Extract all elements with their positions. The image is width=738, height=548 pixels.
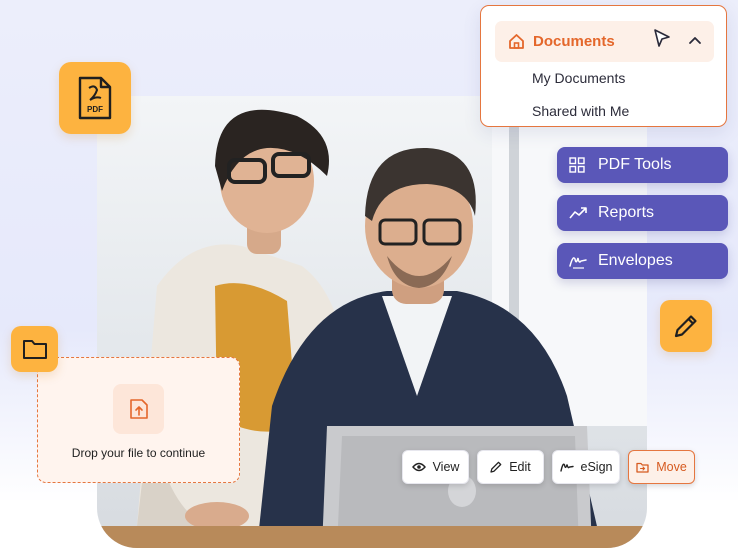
nav-item-envelopes[interactable]: Envelopes	[557, 243, 728, 279]
menu-item-my-documents[interactable]: My Documents	[532, 70, 625, 86]
file-drop-zone[interactable]: Drop your file to continue	[37, 357, 240, 483]
pdf-file-icon: PDF	[78, 76, 112, 120]
folder-icon	[22, 340, 47, 359]
nav-item-label: Envelopes	[598, 252, 673, 269]
home-icon	[509, 34, 524, 49]
nav-item-reports[interactable]: Reports	[557, 195, 728, 231]
drop-zone-text: Drop your file to continue	[71, 446, 206, 460]
nav-item-label: Reports	[598, 204, 655, 221]
menu-item-shared-with-me[interactable]: Shared with Me	[532, 103, 629, 119]
pencil-icon	[490, 461, 502, 473]
nav-item-pdf-tools[interactable]: PDF Tools	[557, 147, 728, 183]
esign-button[interactable]: eSign	[552, 450, 620, 484]
grid-icon	[569, 157, 585, 173]
upload-button[interactable]	[113, 384, 164, 434]
nav-item-label: PDF Tools	[598, 156, 672, 173]
signature-icon	[559, 463, 574, 472]
esign-button-label: eSign	[580, 460, 613, 474]
eye-icon	[411, 462, 426, 472]
trend-up-icon	[569, 207, 587, 219]
move-button[interactable]: Move	[628, 450, 695, 484]
chevron-up-icon[interactable]	[688, 35, 702, 45]
upload-file-icon	[129, 399, 148, 419]
pdf-badge-text: PDF	[87, 105, 103, 114]
folder-tile	[11, 326, 58, 372]
view-button[interactable]: View	[402, 450, 469, 484]
pencil-icon	[674, 315, 697, 338]
edit-button[interactable]: Edit	[477, 450, 544, 484]
documents-dropdown[interactable]: Documents My Documents Shared with Me	[480, 5, 727, 127]
signature-icon	[569, 257, 587, 269]
edit-button-label: Edit	[509, 460, 531, 474]
edit-tile	[660, 300, 712, 352]
documents-title: Documents	[533, 33, 615, 50]
documents-dropdown-header[interactable]: Documents	[495, 21, 714, 62]
move-button-label: Move	[656, 460, 687, 474]
cursor-icon	[654, 29, 670, 47]
folder-move-icon	[636, 462, 649, 473]
view-button-label: View	[432, 460, 460, 474]
pdf-file-tile: PDF	[59, 62, 131, 134]
